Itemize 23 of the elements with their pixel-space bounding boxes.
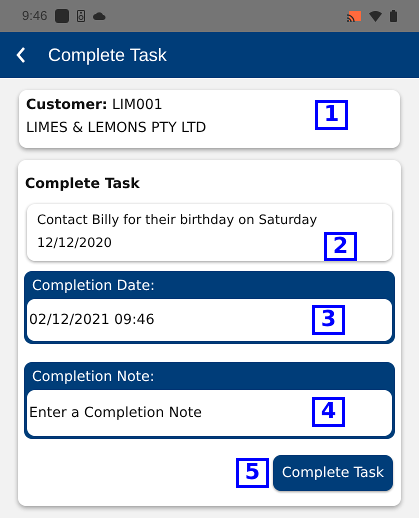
- status-time: 9:46: [22, 7, 48, 26]
- callout-marker: 2: [324, 232, 357, 261]
- cast-icon: [347, 10, 361, 22]
- task-description: Contact Billy for their birthday on Saturday 12/12/2020: [37, 212, 318, 253]
- app-icon: [55, 9, 70, 23]
- cloud-icon: [93, 12, 106, 20]
- complete-task-button[interactable]: Complete Task: [272, 455, 393, 491]
- back-button[interactable]: [16, 47, 26, 63]
- section-heading: Complete Task: [24, 175, 141, 194]
- screen-title: Complete Task: [48, 44, 167, 67]
- callout-marker: 3: [312, 305, 345, 335]
- customer-code: LIM001: [112, 97, 163, 113]
- field-label: Completion Date:: [31, 277, 156, 296]
- callout-marker: 5: [236, 458, 269, 488]
- field-label: Completion Note:: [31, 368, 156, 387]
- callout-marker: 1: [315, 100, 348, 130]
- speaker-icon: [77, 10, 86, 22]
- callout-marker: 4: [312, 397, 345, 427]
- customer-name: LIMES & LEMONS PTY LTD: [26, 119, 208, 138]
- wifi-icon: [369, 10, 382, 22]
- back-icon: [16, 47, 26, 63]
- battery-icon: [390, 10, 397, 22]
- customer-label: Customer:: [26, 97, 108, 113]
